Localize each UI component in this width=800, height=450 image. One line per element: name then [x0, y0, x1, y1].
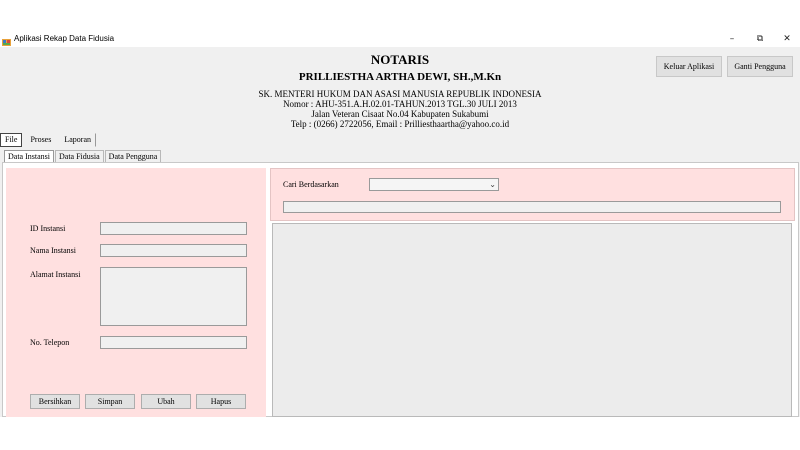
data-grid[interactable] — [272, 223, 792, 417]
app-icon — [2, 34, 12, 46]
exit-app-button[interactable]: Keluar Aplikasi — [656, 56, 722, 77]
clear-button[interactable]: Bersihkan — [30, 394, 80, 409]
restore-button[interactable]: ⧉ — [747, 31, 773, 47]
alamat-instansi-textarea[interactable] — [100, 267, 247, 326]
close-button[interactable]: ✕ — [774, 31, 800, 47]
nama-instansi-label: Nama Instansi — [30, 246, 76, 255]
delete-button[interactable]: Hapus — [196, 394, 246, 409]
menu-file[interactable]: File — [0, 133, 23, 147]
header-line-2: Nomor : AHU-351.A.H.02.01-TAHUN.2013 TGL… — [283, 99, 517, 109]
switch-user-button[interactable]: Ganti Pengguna — [727, 56, 793, 77]
header-line-1: SK. MENTERI HUKUM DAN ASASI MANUSIA REPU… — [258, 89, 542, 99]
header-line-3: Jalan Veteran Cisaat No.04 Kabupaten Suk… — [311, 109, 489, 119]
menu-bar: File Proses Laporan — [0, 133, 99, 147]
edit-button[interactable]: Ubah — [141, 394, 191, 409]
minimize-button[interactable]: – — [719, 31, 745, 47]
save-button[interactable]: Simpan — [85, 394, 135, 409]
title-bar: Aplikasi Rekap Data Fidusia – ⧉ ✕ — [0, 30, 800, 47]
id-instansi-label: ID Instansi — [30, 224, 66, 233]
no-telepon-label: No. Telepon — [30, 338, 70, 347]
nama-instansi-input[interactable] — [100, 244, 247, 257]
search-panel — [270, 168, 795, 221]
search-by-select[interactable]: ⌄ — [369, 178, 499, 191]
alamat-instansi-label: Alamat Instansi — [30, 270, 81, 279]
header-line-4: Telp : (0266) 2722056, Email : Prilliest… — [290, 119, 510, 129]
no-telepon-input[interactable] — [100, 336, 247, 349]
menu-laporan[interactable]: Laporan — [59, 133, 96, 147]
search-input[interactable] — [283, 201, 781, 213]
chevron-down-icon: ⌄ — [489, 180, 496, 189]
menu-proses[interactable]: Proses — [25, 133, 56, 147]
window-title: Aplikasi Rekap Data Fidusia — [14, 34, 115, 43]
id-instansi-input[interactable] — [100, 222, 247, 235]
search-by-label: Cari Berdasarkan — [283, 180, 339, 189]
